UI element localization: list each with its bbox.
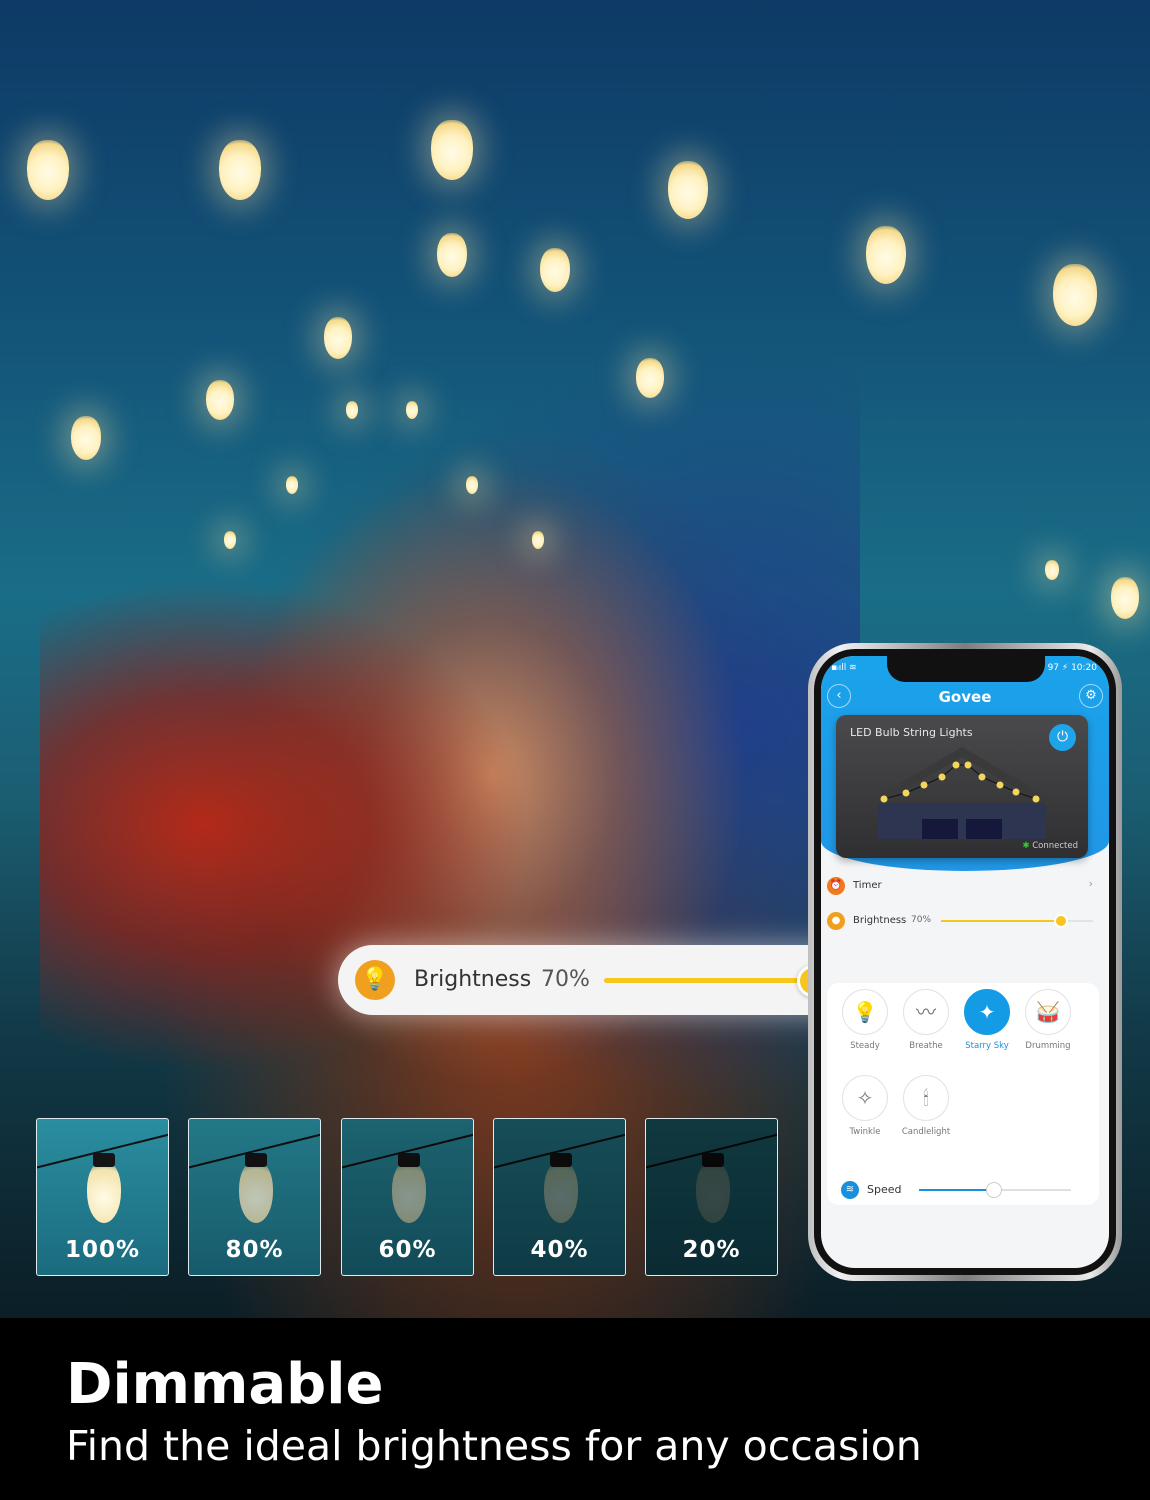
app-screen: ▪ᵢıll ≋ 97 ⚡ 10:20 ‹ Govee ⚙ LED Bulb St…: [821, 656, 1109, 1268]
mode-twinkle[interactable]: ✧ Twinkle: [835, 1075, 895, 1137]
lightbulb-icon: 💡: [842, 989, 888, 1035]
lightbulb-icon: 💡: [355, 960, 395, 1000]
string-light-bulb: [346, 401, 358, 419]
breathe-icon: 〰: [903, 989, 949, 1035]
connection-label: Connected: [1032, 841, 1078, 851]
mode-starry-sky[interactable]: ✦ Starry Sky: [957, 989, 1017, 1051]
string-light-bulb: [1045, 560, 1059, 580]
string-light-bulb: [1111, 577, 1139, 619]
modes-panel: 💡 Steady 〰 Breathe ✦ Starry Sky 🥁 Drumming ✧ Twin…: [827, 983, 1099, 1205]
mode-label: Drumming: [1025, 1041, 1071, 1051]
string-light-bulb: [219, 140, 261, 200]
brightness-thumbnail: 60%: [341, 1118, 474, 1276]
mode-label: Twinkle: [849, 1127, 881, 1137]
brightness-thumbnail: 80%: [188, 1118, 321, 1276]
brightness-thumbnail: 100%: [36, 1118, 169, 1276]
string-light-bulb: [466, 476, 478, 494]
string-light-bulb: [636, 358, 664, 398]
status-right: 97 ⚡ 10:20: [1047, 663, 1097, 673]
sparkle-icon: ✧: [842, 1075, 888, 1121]
brightness-thumbnail: 20%: [645, 1118, 778, 1276]
brightness-value: 70%: [541, 967, 590, 992]
headline: Dimmable: [66, 1352, 384, 1417]
bluetooth-icon: ✱: [1022, 841, 1030, 851]
phone: ▪ᵢıll ≋ 97 ⚡ 10:20 ‹ Govee ⚙ LED Bulb St…: [808, 643, 1122, 1281]
string-light-bulb: [71, 416, 101, 460]
mode-candlelight[interactable]: 🕯 Candlelight: [896, 1075, 956, 1137]
timer-row[interactable]: ⏰ Timer ›: [827, 877, 1097, 895]
thumbnail-label: 40%: [530, 1237, 589, 1263]
string-light-bulb: [286, 476, 298, 494]
signal-icons: ▪ᵢıll ≋: [831, 663, 857, 673]
speed-icon: ≋: [841, 1181, 859, 1199]
mode-breathe[interactable]: 〰 Breathe: [896, 989, 956, 1051]
alarm-clock-icon: ⏰: [827, 877, 845, 895]
brightness-thumbnail: 40%: [493, 1118, 626, 1276]
mode-label: Starry Sky: [965, 1041, 1009, 1051]
mode-label: Steady: [850, 1041, 880, 1051]
thumbnail-label: 20%: [682, 1237, 741, 1263]
speed-knob[interactable]: [986, 1182, 1003, 1198]
device-card[interactable]: LED Bulb String Lights ⏻ ✱ Connected: [836, 715, 1088, 858]
string-light-bulb: [431, 120, 473, 180]
brightness-fill: [941, 920, 1062, 922]
brightness-slider[interactable]: [941, 914, 1093, 928]
connection-status: ✱ Connected: [1022, 841, 1078, 851]
brightness-label: Brightness: [853, 915, 907, 926]
thumbnail-label: 80%: [225, 1237, 284, 1263]
mode-label: Candlelight: [901, 1127, 951, 1137]
govee-logo: Govee: [938, 688, 992, 706]
power-button[interactable]: ⏻: [1049, 724, 1076, 751]
drum-icon: 🥁: [1025, 989, 1071, 1035]
chevron-right-icon: ›: [1088, 877, 1093, 890]
string-light-bulb: [532, 531, 544, 549]
starry-sky-icon: ✦: [964, 989, 1010, 1035]
brightness-row: ● Brightness 70%: [827, 912, 1097, 930]
string-light-bulb: [437, 233, 467, 277]
string-light-bulb: [540, 248, 570, 292]
speed-slider[interactable]: [919, 1182, 1071, 1198]
device-name: LED Bulb String Lights: [850, 726, 973, 739]
string-light-bulb: [866, 226, 906, 284]
settings-button[interactable]: ⚙: [1079, 684, 1103, 708]
string-light-bulb: [406, 401, 418, 419]
string-light-bulb: [27, 140, 69, 200]
clock: 10:20: [1071, 663, 1097, 673]
thumbnail-label: 60%: [378, 1237, 437, 1263]
battery-level: 97: [1047, 663, 1060, 673]
mode-label: Breathe: [909, 1041, 943, 1051]
string-light-bulb: [1053, 264, 1097, 326]
speed-fill: [919, 1189, 995, 1191]
lightbulb-icon: ●: [827, 912, 845, 930]
thumbnail-label: 100%: [64, 1237, 141, 1263]
candle-icon: 🕯: [903, 1075, 949, 1121]
speed-label: Speed: [867, 1183, 902, 1196]
brightness-label: Brightness: [414, 967, 532, 992]
string-light-bulb: [224, 531, 236, 549]
string-light-bulb: [324, 317, 352, 359]
brightness-fill: [604, 978, 813, 983]
string-light-bulb: [668, 161, 708, 219]
brightness-value: 70%: [911, 915, 932, 925]
timer-label: Timer: [853, 880, 882, 891]
phone-notch: [887, 656, 1045, 682]
brightness-knob[interactable]: [1054, 914, 1069, 928]
mode-drumming[interactable]: 🥁 Drumming: [1018, 989, 1078, 1051]
mode-steady[interactable]: 💡 Steady: [835, 989, 895, 1051]
string-light-bulb: [206, 380, 234, 420]
subheadline: Find the ideal brightness for any occasi…: [66, 1422, 922, 1470]
